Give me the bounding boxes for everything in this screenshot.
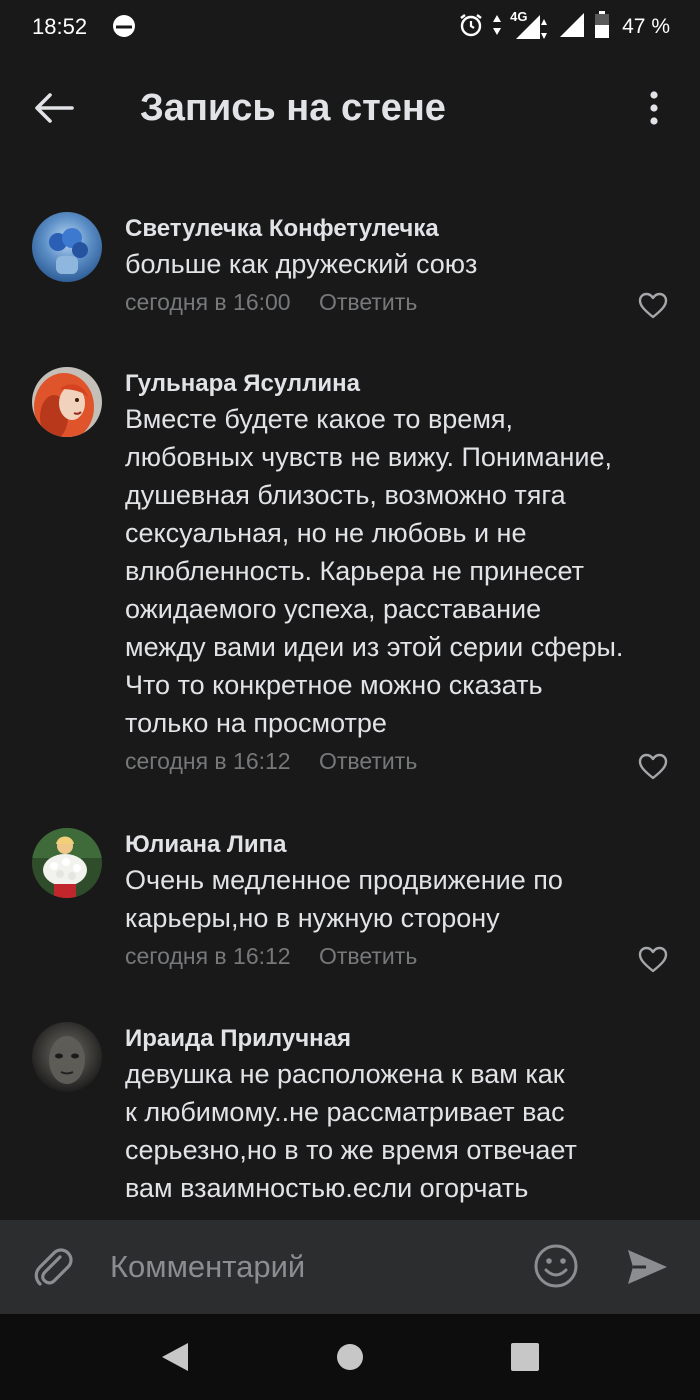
comment-text: Вместе будете какое то время, любовных ч… — [125, 404, 624, 738]
reply-button[interactable]: Ответить — [319, 746, 417, 776]
reply-button[interactable]: Ответить — [319, 941, 417, 971]
triangle-back-icon — [162, 1343, 188, 1371]
avatar[interactable] — [32, 367, 102, 437]
comment-author[interactable]: Гульнара Ясуллина — [125, 369, 685, 399]
signal-4g-icon: 4G — [510, 9, 550, 41]
system-navigation-bar — [0, 1314, 700, 1400]
comment-body: Светулечка Конфетулечка больше как друже… — [125, 212, 685, 317]
nav-recents-button[interactable] — [508, 1340, 542, 1374]
comment-composer — [0, 1220, 700, 1314]
page-title: Запись на стене — [140, 87, 446, 129]
heart-icon — [638, 292, 668, 319]
status-icons: 4G 47 % — [458, 9, 670, 44]
paperclip-icon — [34, 1248, 73, 1286]
comment-meta: сегодня в 16:12 Ответить — [125, 746, 685, 776]
alarm-icon — [458, 12, 484, 43]
battery-percent: 47 % — [622, 15, 670, 38]
attach-button[interactable] — [30, 1244, 76, 1290]
comment-text: Очень медленное продвижение по карьеры,н… — [125, 865, 563, 933]
status-bar: 18:52 4G 47 % — [0, 0, 700, 56]
app-notification-icon — [112, 14, 136, 38]
data-arrows-icon — [492, 13, 502, 42]
comment-meta: сегодня в 16:12 Ответить — [125, 941, 685, 971]
comment-body: Юлиана Липа Очень медленное продвижение … — [125, 828, 685, 971]
comment-time: сегодня в 16:00 — [125, 289, 291, 315]
more-vertical-icon — [650, 91, 658, 125]
nav-home-button[interactable] — [333, 1340, 367, 1374]
square-recents-icon — [511, 1343, 539, 1371]
avatar[interactable] — [32, 212, 102, 282]
send-button[interactable] — [624, 1244, 670, 1290]
like-button[interactable] — [638, 753, 668, 781]
comment-time: сегодня в 16:12 — [125, 943, 291, 969]
comment-author[interactable]: Юлиана Липа — [125, 830, 685, 860]
heart-icon — [638, 946, 668, 973]
comment-text: больше как дружеский союз — [125, 249, 478, 279]
avatar[interactable] — [32, 828, 102, 898]
arrow-left-icon — [35, 93, 74, 123]
like-button[interactable] — [638, 946, 668, 974]
more-options-button[interactable] — [634, 84, 674, 132]
comments-list[interactable]: Светулечка Конфетулечка больше как друже… — [0, 160, 700, 1220]
app-bar: Запись на стене — [0, 56, 700, 160]
comment-input[interactable] — [110, 1242, 500, 1292]
heart-icon — [638, 753, 668, 780]
comment-meta: сегодня в 16:00 Ответить — [125, 287, 685, 317]
avatar[interactable] — [32, 1022, 102, 1092]
signal-icon — [558, 11, 586, 44]
nav-back-button[interactable] — [158, 1340, 192, 1374]
comment-text: девушка не расположена к вам как к любим… — [125, 1059, 577, 1203]
comment-author[interactable]: Ираида Прилучная — [125, 1024, 685, 1054]
battery-icon — [594, 10, 610, 44]
comment-author[interactable]: Светулечка Конфетулечка — [125, 214, 685, 244]
reply-button[interactable]: Ответить — [319, 287, 417, 317]
smiley-icon — [534, 1244, 578, 1288]
send-icon — [628, 1250, 667, 1284]
comment-time: сегодня в 16:12 — [125, 748, 291, 774]
back-button[interactable] — [24, 84, 84, 132]
circle-home-icon — [337, 1344, 363, 1370]
comment-body: Гульнара Ясуллина Вместе будете какое то… — [125, 367, 685, 776]
comment-body: Ираида Прилучная девушка не расположена … — [125, 1022, 685, 1207]
status-time: 18:52 — [32, 14, 88, 39]
like-button[interactable] — [638, 292, 668, 320]
emoji-button[interactable] — [532, 1242, 580, 1290]
